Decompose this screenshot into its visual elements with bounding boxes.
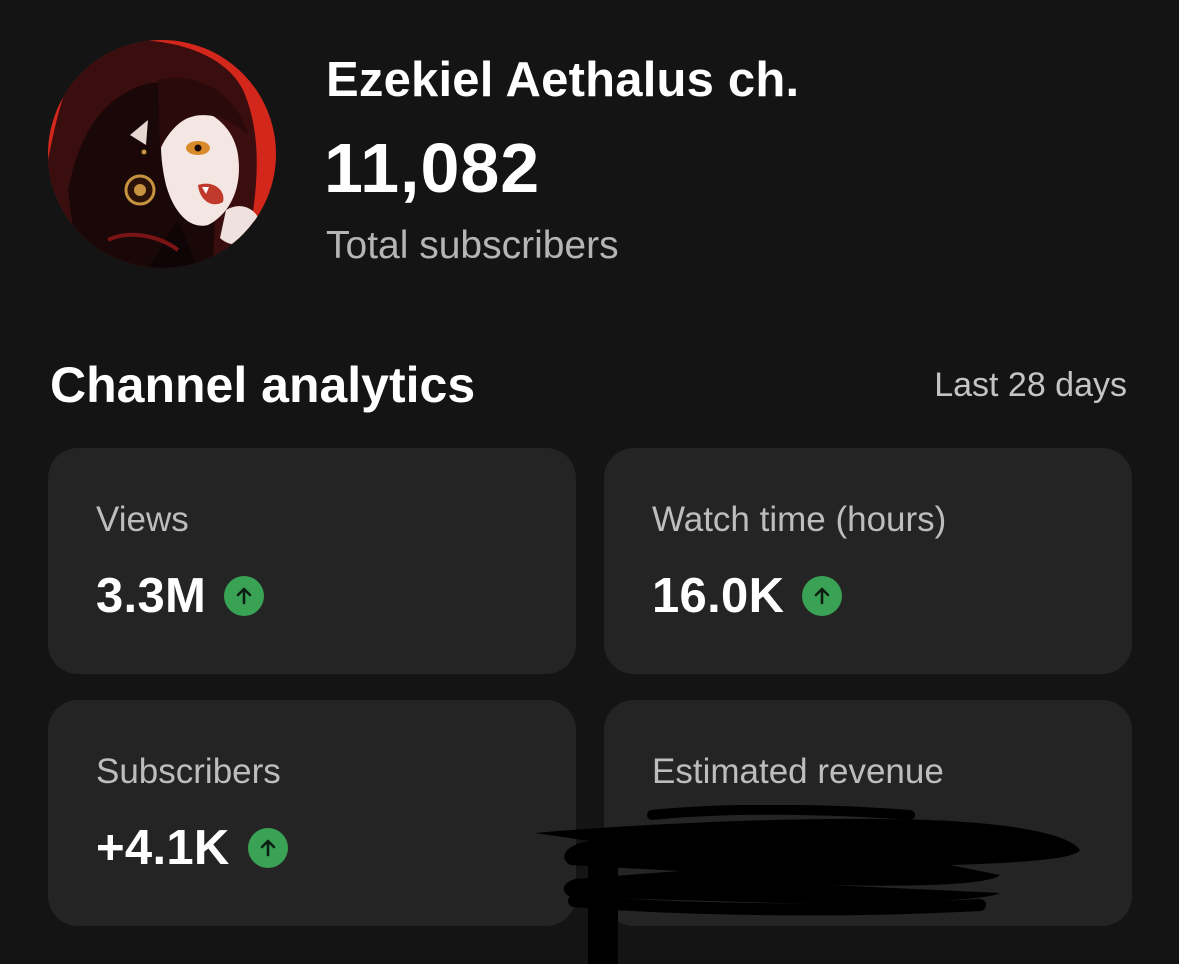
views-value-row: 3.3M (96, 566, 265, 626)
total-subscribers-label: Total subscribers (326, 224, 619, 267)
subscribers-value-row: +4.1K (96, 818, 288, 878)
subscribers-value: +4.1K (96, 821, 230, 875)
views-value: 3.3M (96, 569, 207, 623)
views-label: Views (96, 500, 189, 539)
period-label[interactable]: Last 28 days (934, 366, 1127, 405)
subscribers-label: Subscribers (96, 752, 281, 791)
estimated-revenue-card[interactable]: Estimated revenue (604, 700, 1132, 926)
arrow-up-icon (802, 576, 843, 616)
avatar-illustration (48, 40, 276, 268)
watch-time-value: 16.0K (652, 569, 785, 623)
arrow-up-icon (247, 828, 288, 868)
channel-header: Ezekiel Aethalus ch. 11,082 Total subscr… (0, 0, 1179, 300)
channel-analytics-title: Channel analytics (50, 357, 476, 413)
arrow-up-icon (224, 576, 265, 616)
watch-time-label: Watch time (hours) (652, 500, 947, 539)
estimated-revenue-label: Estimated revenue (652, 752, 944, 791)
watch-time-card[interactable]: Watch time (hours) 16.0K (604, 448, 1132, 674)
total-subscriber-count: 11,082 (324, 129, 541, 207)
subscribers-card[interactable]: Subscribers +4.1K (48, 700, 576, 926)
watch-time-value-row: 16.0K (652, 566, 843, 626)
channel-avatar[interactable] (48, 40, 276, 268)
views-card[interactable]: Views 3.3M (48, 448, 576, 674)
channel-name: Ezekiel Aethalus ch. (326, 53, 800, 107)
